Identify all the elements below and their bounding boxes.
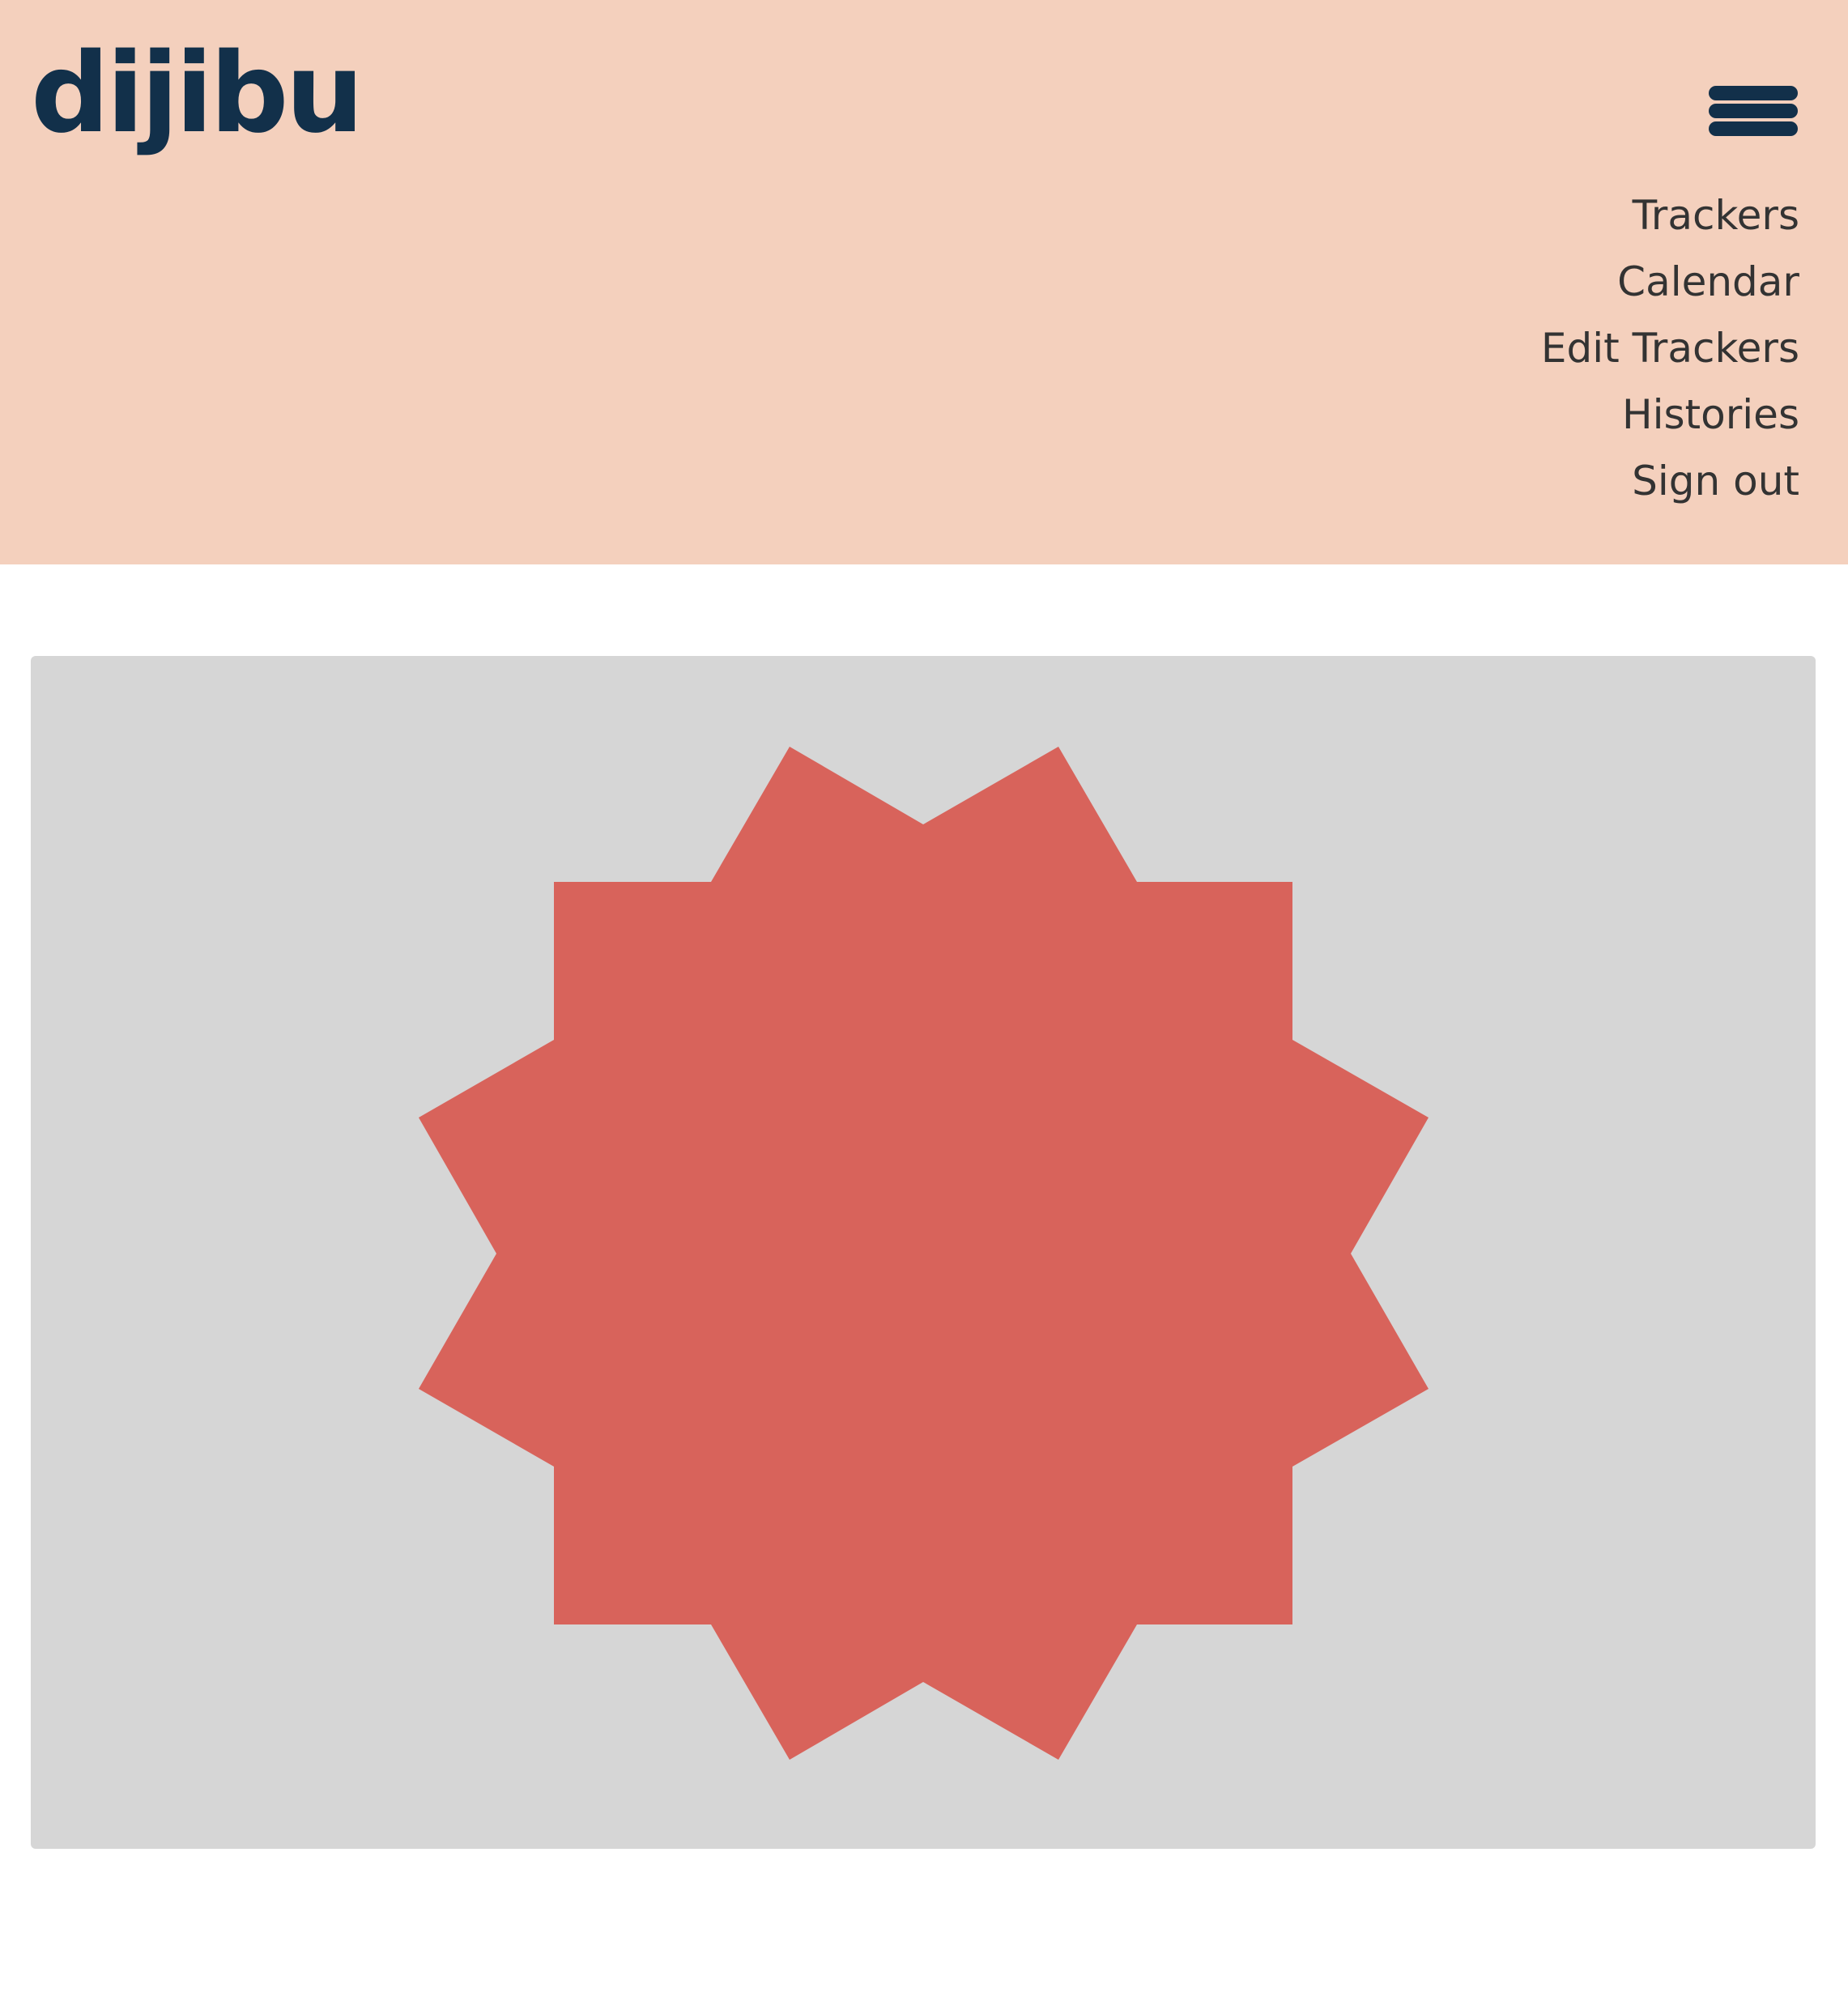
site-header: dijibu Trackers Calendar Edit Trackers H… [0,0,1848,564]
hamburger-menu-icon[interactable] [1705,79,1801,143]
nav-item-calendar: Calendar [1541,249,1799,315]
nav-link-trackers[interactable]: Trackers [1633,192,1799,239]
menu-bar [1709,86,1798,100]
nav-link-calendar[interactable]: Calendar [1617,258,1799,305]
nav-link-sign-out[interactable]: Sign out [1632,458,1799,505]
star-badge-icon [419,747,1429,1760]
nav-item-histories: Histories [1541,381,1799,448]
menu-bar [1709,104,1798,118]
nav-item-edit-trackers: Edit Trackers [1541,315,1799,381]
main-nav: Trackers Calendar Edit Trackers Historie… [1541,182,1799,514]
nav-link-edit-trackers[interactable]: Edit Trackers [1541,325,1799,372]
placeholder-card [31,656,1816,1849]
nav-link-histories[interactable]: Histories [1622,391,1799,438]
nav-item-trackers: Trackers [1541,182,1799,249]
nav-item-sign-out: Sign out [1541,448,1799,514]
logo[interactable]: dijibu [31,39,364,149]
menu-bar [1709,121,1798,136]
